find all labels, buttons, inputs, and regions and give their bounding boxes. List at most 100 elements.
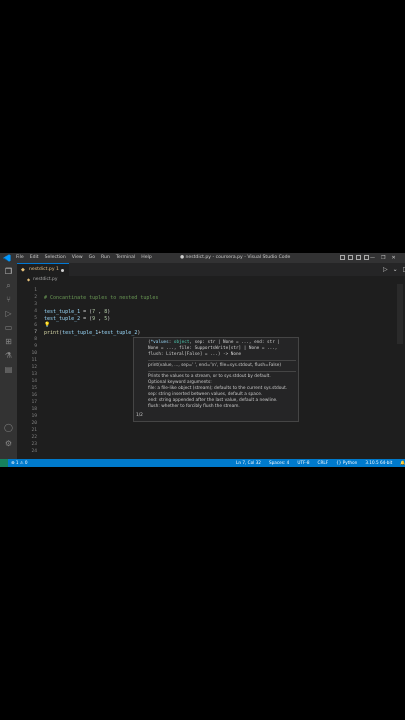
menu-terminal[interactable]: Terminal xyxy=(116,253,135,263)
toggle-secondary-sidebar-icon[interactable] xyxy=(356,255,361,260)
vscode-window: File Edit Selection View Go Run Terminal… xyxy=(0,253,405,467)
line-number: 17 xyxy=(31,400,37,405)
python-file-icon: ◆ xyxy=(27,277,31,282)
notifications-bell-icon[interactable]: 🔔 xyxy=(400,459,405,467)
menu-run[interactable]: Run xyxy=(101,253,110,263)
layout-controls xyxy=(340,255,369,260)
doc-line-1: Prints the values to a stream, or to sys… xyxy=(148,374,271,379)
scrollbar[interactable] xyxy=(397,284,403,344)
sig-active-param: *values xyxy=(150,340,169,345)
sig-rest: , sep: str | None = ..., end: str | xyxy=(189,340,280,345)
function-token: print xyxy=(44,329,60,336)
close-button[interactable]: ✕ xyxy=(391,253,395,263)
manage-gear-icon[interactable]: ⚙ xyxy=(4,439,13,448)
line-number: 14 xyxy=(31,379,37,384)
operator-token: = ( xyxy=(80,315,93,322)
line-number: 13 xyxy=(31,372,37,377)
usage-line: print(value, ..., sep=' ', end='\n', fil… xyxy=(148,363,282,368)
maximize-button[interactable]: ❐ xyxy=(381,253,385,263)
explorer-icon[interactable]: ❐ xyxy=(4,267,13,276)
remote-indicator-icon[interactable] xyxy=(0,459,8,467)
menu-view[interactable]: View xyxy=(72,253,83,263)
lightbulb-icon[interactable]: 💡 xyxy=(44,322,50,328)
indentation[interactable]: Spaces: 4 xyxy=(269,459,289,467)
line-number: 21 xyxy=(31,428,37,433)
line-number: 11 xyxy=(31,358,37,363)
language-mode[interactable]: {} Python xyxy=(336,459,357,467)
line-number: 19 xyxy=(31,414,37,419)
signature-line-3: flush: Literal[False] = ...) -> None xyxy=(148,352,242,357)
line-ending[interactable]: CRLF xyxy=(318,459,329,467)
line-number: 8 xyxy=(34,337,37,342)
vscode-logo-icon xyxy=(3,254,11,262)
menu-file[interactable]: File xyxy=(16,253,24,263)
line-number: 7 xyxy=(34,330,37,335)
divider xyxy=(148,371,296,372)
menu-go[interactable]: Go xyxy=(89,253,95,263)
breadcrumb: ◆ nestdict.py xyxy=(17,276,405,284)
signature-help-popup: (*values: object, sep: str | None = ...,… xyxy=(133,337,299,422)
menu-selection[interactable]: Selection xyxy=(45,253,66,263)
window-controls: — ❐ ✕ xyxy=(370,253,396,263)
line-number: 6 xyxy=(34,323,37,328)
code-line-5: test_tuple_2 = (9 , 5) xyxy=(44,316,110,322)
doc-line-6: flush: whether to forcibly flush the str… xyxy=(148,404,240,409)
variable-token: test_tuple_1 xyxy=(62,329,99,336)
line-number: 24 xyxy=(31,449,37,454)
python-file-icon: ◆ xyxy=(21,267,25,273)
testing-icon[interactable]: ⚗ xyxy=(4,351,13,360)
status-bar: ⊗ 1 ⚠ 0 Ln 7, Col 32 Spaces: 4 UTF-8 CRL… xyxy=(0,459,405,467)
unsaved-dot-icon[interactable] xyxy=(61,269,64,272)
problems-indicator[interactable]: ⊗ 1 ⚠ 0 xyxy=(11,459,28,467)
divider xyxy=(148,360,296,361)
title-bar: File Edit Selection View Go Run Terminal… xyxy=(0,253,405,263)
operator-token: = ( xyxy=(80,308,93,315)
doc-line-5: end: string appended after the last valu… xyxy=(148,398,278,403)
accounts-icon[interactable]: ◯ xyxy=(4,423,13,432)
notebook-icon[interactable]: ▤ xyxy=(4,365,13,374)
cursor-position[interactable]: Ln 7, Col 32 xyxy=(236,459,261,467)
toggle-panel-icon[interactable] xyxy=(348,255,353,260)
line-number: 2 xyxy=(34,295,37,300)
breadcrumb-file[interactable]: nestdict.py xyxy=(33,276,57,284)
window-title: ● nestdict.py - coursera.py - Visual Stu… xyxy=(180,255,291,260)
doc-line-3: file: a file-like object (stream); defau… xyxy=(148,386,288,391)
search-icon[interactable]: ⌕ xyxy=(4,281,13,290)
line-number: 15 xyxy=(31,386,37,391)
activity-bar: ❐ ⌕ ⑂ ▷ ▭ ⊞ ⚗ ▤ ◯ ⚙ xyxy=(0,263,17,459)
operator-token: ) xyxy=(137,329,141,336)
line-number: 9 xyxy=(34,344,37,349)
encoding[interactable]: UTF-8 xyxy=(297,459,309,467)
run-file-icon[interactable]: ▷ xyxy=(383,263,388,276)
line-number: 23 xyxy=(31,442,37,447)
operator-token: , xyxy=(95,308,105,315)
line-number: 1 xyxy=(34,288,37,293)
menu-help[interactable]: Help xyxy=(141,253,151,263)
variable-token: test_tuple_2 xyxy=(44,315,81,322)
minimize-button[interactable]: — xyxy=(370,253,375,263)
customize-layout-icon[interactable] xyxy=(364,255,369,260)
editor-actions: ▷ ⌄ ◫ ⋯ xyxy=(383,263,405,276)
toggle-sidebar-icon[interactable] xyxy=(340,255,345,260)
line-number: 22 xyxy=(31,435,37,440)
extensions-icon[interactable]: ⊞ xyxy=(4,337,13,346)
doc-line-4: sep: string inserted between values, def… xyxy=(148,392,263,397)
variable-token: test_tuple_2 xyxy=(101,329,138,336)
line-number: 16 xyxy=(31,393,37,398)
python-interpreter[interactable]: 3.10.5 64-bit xyxy=(365,459,392,467)
tab-nestdict[interactable]: ◆ nestdict.py 1 xyxy=(17,263,69,276)
run-debug-icon[interactable]: ▷ xyxy=(4,309,13,318)
code-line-2: # Concantinate tuples to nested tuples xyxy=(44,294,159,301)
doc-line-2: Optional keyword arguments: xyxy=(148,380,212,385)
chevron-down-icon[interactable]: ⌄ xyxy=(393,263,398,276)
menu-edit[interactable]: Edit xyxy=(30,253,39,263)
tab-label: nestdict.py 1 xyxy=(29,267,59,272)
menu-bar: File Edit Selection View Go Run Terminal… xyxy=(16,253,152,263)
signature-counter[interactable]: 1/2 xyxy=(136,413,143,418)
source-control-icon[interactable]: ⑂ xyxy=(4,295,13,304)
status-right-items: Ln 7, Col 32 Spaces: 4 UTF-8 CRLF {} Pyt… xyxy=(236,459,405,467)
operator-token: ) xyxy=(107,308,111,315)
remote-explorer-icon[interactable]: ▭ xyxy=(4,323,13,332)
line-number: 10 xyxy=(31,351,37,356)
line-number: 5 xyxy=(34,316,37,321)
